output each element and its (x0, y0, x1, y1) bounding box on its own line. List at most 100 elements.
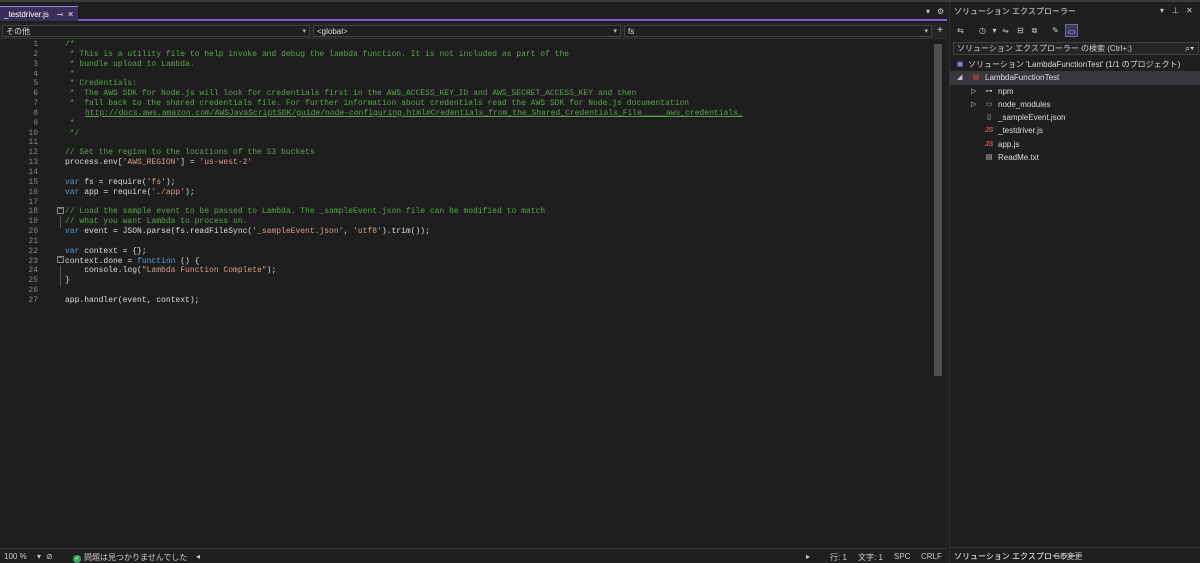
line-number: 8 (33, 108, 38, 118)
chevron-down-icon: ▾ (613, 28, 617, 35)
close-icon[interactable]: ✕ (1186, 6, 1193, 15)
code-line[interactable]: app.handler(event, context); (65, 296, 932, 306)
member-dropdown[interactable]: fs ▾ (624, 25, 932, 37)
line-number: 15 (28, 177, 38, 187)
zoom-level[interactable]: 100 % (4, 552, 27, 561)
tree-item-project[interactable]: ◢ ▤ LambdaFunctionTest (950, 71, 1200, 85)
code-line[interactable]: // what you want Lambda to process on. (65, 217, 932, 227)
code-line[interactable]: /* (65, 40, 932, 50)
code-line[interactable]: * fall back to the shared credentials fi… (65, 99, 932, 109)
tree-item-npm[interactable]: ▷ ⊶ npm (950, 85, 1200, 98)
line-number: 12 (28, 148, 38, 158)
tree-item-app[interactable]: JS app.js (950, 138, 1200, 151)
code-line[interactable]: } (65, 276, 932, 286)
code-line[interactable]: * Credentials: (65, 79, 932, 89)
code-line[interactable]: // Load the sample event to be passed to… (65, 207, 932, 217)
tree-item-testdriver[interactable]: JS _testdriver.js (950, 124, 1200, 137)
code-line[interactable] (65, 168, 932, 178)
code-line[interactable] (65, 138, 932, 148)
code-editor[interactable]: 1 2 3 4 5 6 7 8 9 10 11 12 13 14 15 16 17 18 19 20 21 22 23 24 2… (0, 40, 932, 550)
code-line-text: var fs = require('fs'); (65, 177, 176, 187)
tree-item-readme[interactable]: ▤ ReadMe.txt (950, 151, 1200, 164)
tree-item-label: app.js (998, 139, 1020, 149)
sync-icon[interactable]: ⇋ (999, 24, 1012, 37)
scrollbar-thumb[interactable] (934, 44, 942, 376)
code-line[interactable]: * (65, 70, 932, 80)
code-line-text: app.handler(event, context); (65, 295, 200, 305)
code-line[interactable] (65, 286, 932, 296)
code-line[interactable]: context.done = function () { (65, 257, 932, 267)
tab-git-changes[interactable]: Git 変更 (1054, 551, 1082, 562)
check-icon: ✓ (73, 555, 81, 563)
line-number: 16 (28, 187, 38, 197)
close-icon[interactable]: ✕ (67, 10, 74, 19)
editor-status-bar: 100 % ▾ ⊘ ✓ 問題は見つかりませんでした ◂ ▸ 行: 1 文字: 1 … (0, 548, 947, 563)
code-line[interactable]: * This is a utility file to help invoke … (65, 50, 932, 60)
code-line-text: // Load the sample event to be passed to… (65, 207, 546, 217)
code-line[interactable]: * The AWS SDK for Node.js will look for … (65, 89, 932, 99)
code-line[interactable]: * (65, 119, 932, 129)
code-line[interactable]: console.log("Lambda Function Complete"); (65, 266, 932, 276)
collapse-all-icon[interactable]: ⊟ (1014, 24, 1027, 37)
code-line[interactable]: * bundle upload to Lambda. (65, 60, 932, 70)
tree-item-label: npm (998, 86, 1014, 96)
gear-icon[interactable]: ⚙ (937, 7, 944, 16)
line-number: 5 (33, 79, 38, 89)
code-line[interactable]: http://docs.aws.amazon.com/AWSJavaScript… (65, 109, 932, 119)
code-line[interactable] (65, 237, 932, 247)
code-line-text: } (65, 276, 70, 286)
vertical-scrollbar[interactable] (932, 40, 944, 550)
line-number: 24 (28, 266, 38, 276)
code-line-text: var context = {}; (65, 246, 147, 256)
line-number: 27 (28, 295, 38, 305)
scope-dropdown[interactable]: <global> ▾ (313, 25, 621, 37)
solution-search-input[interactable]: ソリューション エクスプローラー の検索 (Ctrl+;) ⌕▾ (953, 42, 1199, 55)
pin-icon[interactable]: ⊥ (1172, 6, 1179, 15)
fold-toggle-icon[interactable]: − (57, 256, 64, 263)
tree-item-sample-event[interactable]: ▯ _sampleEvent.json (950, 111, 1200, 124)
code-line[interactable]: // Set the region to the locations of th… (65, 148, 932, 158)
chevron-down-icon[interactable]: ▾ (926, 7, 930, 16)
search-icon[interactable]: ⌕▾ (1185, 43, 1194, 54)
collapse-arrow-icon[interactable]: ▷ (971, 98, 976, 111)
code-line-text: console.log("Lambda Function Complete"); (65, 266, 277, 276)
tree-item-node-modules[interactable]: ▷ ▭ node_modules (950, 98, 1200, 111)
line-number: 21 (28, 236, 38, 246)
tab-testdriver[interactable]: _testdriver.js ⊸ ✕ (0, 6, 78, 21)
scroll-left-icon[interactable]: ◂ (196, 552, 200, 561)
split-plus-icon[interactable]: + (937, 25, 943, 36)
project-dropdown[interactable]: その他 ▾ (2, 25, 310, 37)
properties-icon[interactable]: ✎ (1049, 24, 1062, 37)
editor-pane: _testdriver.js ⊸ ✕ ▾ ⚙ その他 ▾ <global> ▾ … (0, 2, 947, 563)
expand-arrow-icon[interactable]: ◢ (957, 71, 962, 84)
preview-icon[interactable]: ▭ (1065, 24, 1078, 37)
line-indicator[interactable]: 行: 1 (830, 552, 847, 563)
fold-toggle-icon[interactable]: − (57, 207, 64, 214)
show-all-files-icon[interactable]: ⧉ (1028, 24, 1041, 37)
code-line[interactable]: var event = JSON.parse(fs.readFileSync('… (65, 227, 932, 237)
code-line[interactable]: var context = {}; (65, 247, 932, 257)
char-indicator[interactable]: 文字: 1 (858, 552, 883, 563)
code-line[interactable] (65, 198, 932, 208)
documentation-link[interactable]: http://docs.aws.amazon.com/AWSJavaScript… (85, 109, 743, 118)
code-line[interactable]: var app = require('./app'); (65, 188, 932, 198)
line-ending-indicator[interactable]: CRLF (921, 552, 942, 561)
code-line[interactable]: var fs = require('fs'); (65, 178, 932, 188)
pin-icon[interactable]: ⊸ (57, 10, 64, 19)
js-file-icon: JS (984, 140, 994, 148)
scroll-right-icon[interactable]: ▸ (806, 552, 810, 561)
tree-item-solution[interactable]: ▣ ソリューション 'LambdaFunctionTest' (1/1 のプロジ… (950, 58, 1200, 71)
document-tab-bar: _testdriver.js ⊸ ✕ ▾ ⚙ (0, 2, 947, 21)
code-line[interactable]: process.env['AWS_REGION'] = 'us-west-2' (65, 158, 932, 168)
collapse-arrow-icon[interactable]: ▷ (971, 85, 976, 98)
code-line[interactable]: */ (65, 129, 932, 139)
intellicode-icon[interactable]: ⊘ (46, 552, 53, 561)
switch-views-icon[interactable]: ⇆ (954, 24, 967, 37)
code-text[interactable]: /* * This is a utility file to help invo… (65, 40, 932, 306)
line-number: 10 (28, 128, 38, 138)
line-number: 19 (28, 217, 38, 227)
chevron-down-icon[interactable]: ▾ (37, 552, 41, 561)
chevron-down-icon[interactable]: ▾ (1160, 6, 1164, 15)
whitespace-indicator[interactable]: SPC (894, 552, 910, 561)
issues-indicator[interactable]: ✓ 問題は見つかりませんでした (73, 552, 187, 563)
